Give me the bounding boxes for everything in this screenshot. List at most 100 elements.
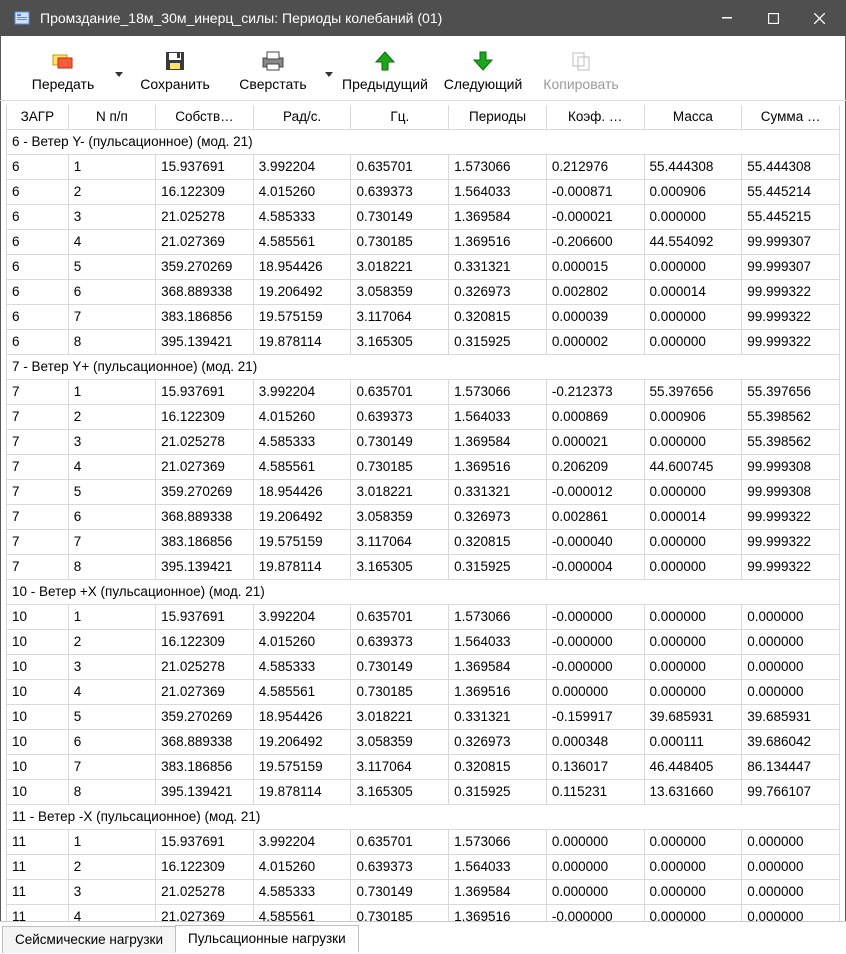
maximize-button[interactable] xyxy=(750,0,796,36)
table-row[interactable]: 10421.0273694.5855610.7301851.3695160.00… xyxy=(7,680,840,705)
transfer-dropdown[interactable] xyxy=(112,54,126,94)
transfer-button[interactable]: Передать xyxy=(14,46,112,94)
table-cell: 0.730185 xyxy=(351,680,449,705)
table-cell: 0.315925 xyxy=(449,555,547,580)
printer-icon xyxy=(260,48,286,74)
table-row[interactable]: 68395.13942119.8781143.1653050.3159250.0… xyxy=(7,330,840,355)
table-cell: 2 xyxy=(68,180,155,205)
compose-dropdown[interactable] xyxy=(322,54,336,94)
table-scroll[interactable]: ЗАГРN п/пСобств…Рад/с.Гц.ПериодыКоэф. …М… xyxy=(0,101,846,921)
table-cell: 44.600745 xyxy=(644,455,742,480)
table-cell: 0.730149 xyxy=(351,880,449,905)
table-cell: 3.018221 xyxy=(351,480,449,505)
table-row[interactable]: 7216.1223094.0152600.6393731.5640330.000… xyxy=(7,405,840,430)
table-row[interactable]: 11421.0273694.5855610.7301851.369516-0.0… xyxy=(7,905,840,922)
save-button[interactable]: Сохранить xyxy=(126,46,224,94)
table-row[interactable]: 77383.18685619.5751593.1170640.320815-0.… xyxy=(7,530,840,555)
table-row[interactable]: 11115.9376913.9922040.6357011.5730660.00… xyxy=(7,830,840,855)
table-row[interactable]: 67383.18685619.5751593.1170640.3208150.0… xyxy=(7,305,840,330)
table-row[interactable]: 107383.18685619.5751593.1170640.3208150.… xyxy=(7,755,840,780)
table-row[interactable]: 76368.88933819.2064923.0583590.3269730.0… xyxy=(7,505,840,530)
table-cell: 55.444308 xyxy=(742,155,840,180)
table-cell: 0.326973 xyxy=(449,505,547,530)
table-cell: 0.000000 xyxy=(644,880,742,905)
table-cell: 10 xyxy=(7,680,69,705)
table-cell: 99.999322 xyxy=(742,505,840,530)
table-row[interactable]: 6321.0252784.5853330.7301491.369584-0.00… xyxy=(7,205,840,230)
table-cell: 1 xyxy=(68,155,155,180)
table-row[interactable]: 10115.9376913.9922040.6357011.573066-0.0… xyxy=(7,605,840,630)
column-header[interactable]: Гц. xyxy=(351,105,449,130)
group-header-row: 6 - Ветер Y- (пульсационное) (мод. 21) xyxy=(7,130,840,155)
tabs-bar: Сейсмические нагрузки Пульсационные нагр… xyxy=(0,921,846,954)
table-row[interactable]: 105359.27026918.9544263.0182210.331321-0… xyxy=(7,705,840,730)
table-cell: 4 xyxy=(68,905,155,922)
table-row[interactable]: 10321.0252784.5853330.7301491.369584-0.0… xyxy=(7,655,840,680)
group-header-row: 11 - Ветер -X (пульсационное) (мод. 21) xyxy=(7,805,840,830)
column-header[interactable]: Масса xyxy=(644,105,742,130)
table-row[interactable]: 66368.88933819.2064923.0583590.3269730.0… xyxy=(7,280,840,305)
table-cell: 4.585561 xyxy=(253,230,351,255)
close-button[interactable] xyxy=(796,0,842,36)
table-cell: 0.730149 xyxy=(351,655,449,680)
table-cell: 99.999307 xyxy=(742,230,840,255)
column-header[interactable]: N п/п xyxy=(68,105,155,130)
table-cell: 395.139421 xyxy=(156,780,254,805)
compose-button[interactable]: Сверстать xyxy=(224,46,322,94)
table-cell: 0.730149 xyxy=(351,430,449,455)
table-cell: 4.585561 xyxy=(253,455,351,480)
table-cell: 7 xyxy=(7,455,69,480)
table-cell: 0.730185 xyxy=(351,905,449,922)
maximize-icon xyxy=(768,13,779,24)
table-row[interactable]: 11216.1223094.0152600.6393731.5640330.00… xyxy=(7,855,840,880)
table-cell: 0.206209 xyxy=(546,455,644,480)
next-button[interactable]: Следующий xyxy=(434,46,532,94)
table-row[interactable]: 65359.27026918.9544263.0182210.3313210.0… xyxy=(7,255,840,280)
table-cell: -0.000021 xyxy=(546,205,644,230)
table-cell: 1.369584 xyxy=(449,205,547,230)
table-cell: 55.398562 xyxy=(742,430,840,455)
table-cell: 10 xyxy=(7,755,69,780)
table-cell: 5 xyxy=(68,705,155,730)
table-cell: 6 xyxy=(68,730,155,755)
table-cell: 6 xyxy=(7,330,69,355)
table-cell: 1.369584 xyxy=(449,655,547,680)
column-header[interactable]: ЗАГР xyxy=(7,105,69,130)
table-cell: 368.889338 xyxy=(156,505,254,530)
table-row[interactable]: 6115.9376913.9922040.6357011.5730660.212… xyxy=(7,155,840,180)
table-row[interactable]: 11321.0252784.5853330.7301491.3695840.00… xyxy=(7,880,840,905)
table-row[interactable]: 10216.1223094.0152600.6393731.564033-0.0… xyxy=(7,630,840,655)
table-row[interactable]: 108395.13942119.8781143.1653050.3159250.… xyxy=(7,780,840,805)
column-header[interactable]: Коэф. … xyxy=(546,105,644,130)
table-cell: 15.937691 xyxy=(156,605,254,630)
table-row[interactable]: 75359.27026918.9544263.0182210.331321-0.… xyxy=(7,480,840,505)
table-cell: 0.000000 xyxy=(546,830,644,855)
column-header[interactable]: Рад/с. xyxy=(253,105,351,130)
column-header[interactable]: Сумма … xyxy=(742,105,840,130)
minimize-button[interactable] xyxy=(704,0,750,36)
table-cell: 0.000000 xyxy=(644,905,742,922)
table-row[interactable]: 7115.9376913.9922040.6357011.573066-0.21… xyxy=(7,380,840,405)
table-row[interactable]: 7421.0273694.5855610.7301851.3695160.206… xyxy=(7,455,840,480)
table-row[interactable]: 6421.0273694.5855610.7301851.369516-0.20… xyxy=(7,230,840,255)
table-row[interactable]: 7321.0252784.5853330.7301491.3695840.000… xyxy=(7,430,840,455)
prev-button[interactable]: Предыдущий xyxy=(336,46,434,94)
table-row[interactable]: 6216.1223094.0152600.6393731.564033-0.00… xyxy=(7,180,840,205)
table-cell: 0.115231 xyxy=(546,780,644,805)
table-cell: 0.000000 xyxy=(644,555,742,580)
table-cell: 4.585333 xyxy=(253,205,351,230)
column-header[interactable]: Собств… xyxy=(156,105,254,130)
table-cell: 1.369516 xyxy=(449,455,547,480)
tab-pulsation[interactable]: Пульсационные нагрузки xyxy=(175,925,359,953)
table-cell: 19.206492 xyxy=(253,505,351,530)
minimize-icon xyxy=(722,13,732,23)
app-icon xyxy=(12,8,32,28)
table-row[interactable]: 106368.88933819.2064923.0583590.3269730.… xyxy=(7,730,840,755)
tab-seismic[interactable]: Сейсмические нагрузки xyxy=(2,926,176,953)
table-row[interactable]: 78395.13942119.8781143.1653050.315925-0.… xyxy=(7,555,840,580)
table-cell: 1.369516 xyxy=(449,230,547,255)
table-cell: 0.639373 xyxy=(351,630,449,655)
column-header[interactable]: Периоды xyxy=(449,105,547,130)
table-cell: 5 xyxy=(68,480,155,505)
table-cell: 0.639373 xyxy=(351,405,449,430)
